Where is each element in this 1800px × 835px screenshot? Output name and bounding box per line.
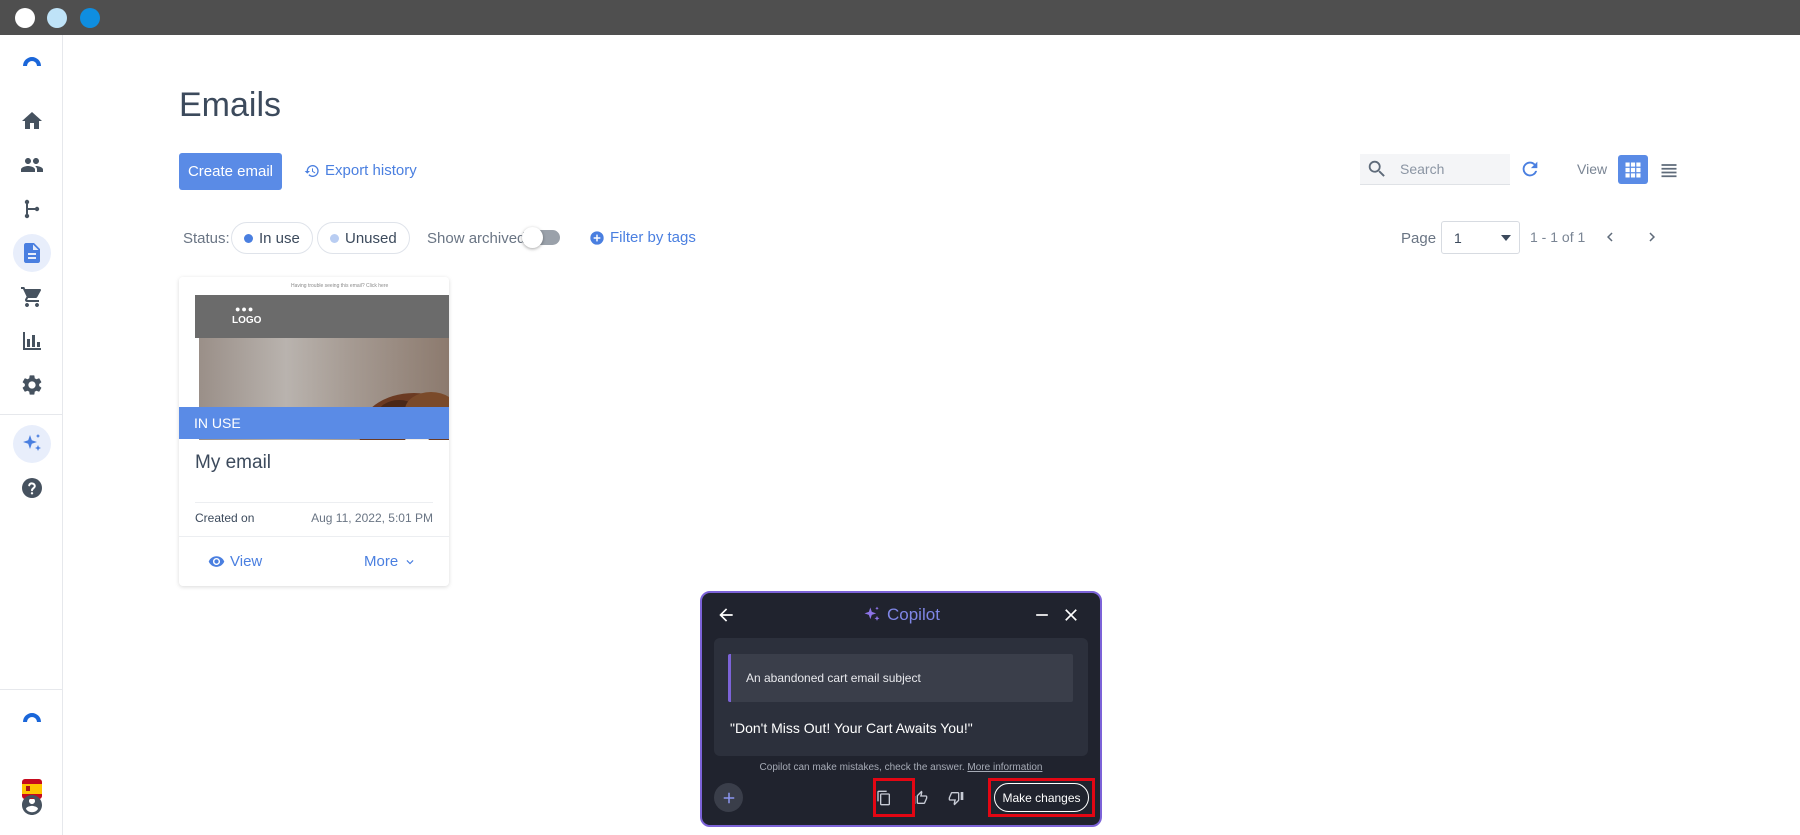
copilot-answer: "Don't Miss Out! Your Cart Awaits You!": [730, 720, 973, 736]
settings-icon: [22, 375, 42, 395]
page-title: Emails: [179, 86, 282, 124]
sidebar-item-help[interactable]: [13, 469, 51, 507]
sidebar-item-copilot[interactable]: [13, 425, 51, 463]
sparkle-icon: [23, 434, 41, 451]
view-label: View: [230, 553, 263, 570]
more-information-link[interactable]: More information: [967, 762, 1042, 773]
sidebar-item-emails[interactable]: [13, 234, 51, 272]
unused-label: Unused: [345, 229, 397, 247]
search-icon: [1368, 160, 1385, 177]
search-input[interactable]: [1400, 161, 1500, 177]
status-badge: IN USE: [179, 407, 449, 439]
eye-icon: [208, 556, 225, 567]
status-in-use-chip[interactable]: In use: [231, 222, 313, 254]
arrow-back-icon[interactable]: [716, 605, 736, 625]
view-email-button[interactable]: View: [208, 553, 262, 570]
thumbnail-note: Having trouble seeing this email? Click …: [291, 283, 389, 289]
email-card-title: My email: [195, 452, 272, 473]
minimize-icon[interactable]: [1032, 605, 1052, 625]
sidebar-item-automation[interactable]: [13, 190, 51, 228]
view-label: View: [1577, 161, 1608, 177]
add-circle-icon: [590, 230, 604, 245]
sidebar-bottom-divider: [0, 689, 63, 690]
home-icon: [22, 112, 42, 129]
show-archived-toggle[interactable]: [522, 227, 560, 248]
page-select[interactable]: 1: [1441, 221, 1520, 254]
help-icon: [22, 478, 42, 498]
cart-icon: [21, 287, 42, 307]
window-close-dot[interactable]: [15, 8, 35, 28]
copilot-user-prompt: An abandoned cart email subject: [728, 654, 1073, 702]
logo-dots-icon: ●●●: [235, 304, 255, 314]
card-divider: [195, 502, 433, 503]
history-icon: [304, 164, 319, 177]
sidebar-divider: [0, 414, 63, 415]
copilot-title: Copilot: [862, 605, 940, 625]
sidebar-item-reports[interactable]: [13, 322, 51, 360]
export-history-button[interactable]: Export history: [304, 162, 417, 179]
reports-icon: [23, 332, 41, 350]
window-minimize-dot[interactable]: [47, 8, 67, 28]
sidebar: [0, 35, 63, 835]
sidebar-item-commerce[interactable]: [13, 278, 51, 316]
grid-view-button[interactable]: [1618, 155, 1648, 184]
thumbnail-header: ●●● LOGO: [195, 295, 449, 338]
copilot-new-button[interactable]: [714, 783, 743, 812]
copilot-conversation: An abandoned cart email subject "Don't M…: [714, 638, 1088, 756]
created-on-value: Aug 11, 2022, 5:01 PM: [311, 511, 433, 525]
list-view-button[interactable]: [1654, 155, 1684, 184]
chevron-down-icon: [1501, 235, 1511, 241]
more-label: More: [364, 553, 399, 570]
copilot-disclaimer: Copilot can make mistakes, check the ans…: [702, 762, 1100, 773]
document-icon: [24, 243, 40, 263]
more-options-button[interactable]: More: [364, 553, 417, 570]
range-label: 1 - 1 of 1: [1530, 229, 1586, 245]
thumbs-down-button[interactable]: [944, 786, 968, 810]
copilot-title-label: Copilot: [887, 605, 940, 624]
list-icon: [1661, 163, 1677, 177]
window-maximize-dot[interactable]: [80, 8, 100, 28]
user-account-button[interactable]: [13, 786, 51, 824]
email-thumbnail[interactable]: Having trouble seeing this email? Click …: [179, 277, 449, 473]
page-select-value: 1: [1454, 229, 1462, 246]
status-unused-chip[interactable]: Unused: [317, 222, 410, 254]
copy-button-highlight: [873, 778, 915, 817]
grid-icon: [1625, 162, 1641, 177]
filter-by-tags-label: Filter by tags: [610, 229, 696, 246]
sidebar-item-home[interactable]: [13, 102, 51, 140]
brand-logo-icon[interactable]: [13, 43, 51, 81]
plus-icon: [723, 792, 734, 803]
contacts-icon: [21, 158, 43, 172]
export-history-label: Export history: [325, 162, 417, 179]
unused-dot-icon: [330, 233, 339, 243]
sidebar-item-contacts[interactable]: [13, 146, 51, 184]
created-on-label: Created on: [195, 511, 255, 525]
toggle-knob: [522, 227, 543, 248]
sparkle-icon: [864, 606, 880, 621]
sidebar-item-settings[interactable]: [13, 366, 51, 404]
card-footer-divider: [179, 536, 449, 537]
status-label: Status:: [183, 230, 230, 247]
create-email-button[interactable]: Create email: [179, 153, 282, 190]
make-changes-highlight: [988, 778, 1095, 817]
thumbnail-logo: LOGO: [232, 315, 262, 326]
chevron-left-icon[interactable]: [1601, 228, 1619, 246]
copilot-disclaimer-text: Copilot can make mistakes, check the ans…: [759, 762, 965, 773]
in-use-dot-icon: [244, 233, 253, 243]
user-icon: [22, 795, 42, 815]
chevron-down-icon: [406, 559, 414, 564]
show-archived-label: Show archived: [427, 230, 526, 247]
automation-icon: [24, 199, 40, 219]
close-icon[interactable]: [1061, 605, 1081, 625]
brand-logo-bottom-icon[interactable]: [13, 698, 51, 736]
filter-by-tags-button[interactable]: Filter by tags: [589, 229, 696, 246]
refresh-icon[interactable]: [1519, 158, 1541, 180]
search-field[interactable]: [1360, 154, 1510, 185]
window-titlebar: [0, 0, 1800, 35]
email-card[interactable]: Having trouble seeing this email? Click …: [179, 277, 449, 586]
thumbs-down-icon: [948, 792, 964, 806]
chevron-right-icon[interactable]: [1643, 228, 1661, 246]
page-label: Page: [1401, 230, 1437, 247]
in-use-label: In use: [259, 229, 300, 247]
